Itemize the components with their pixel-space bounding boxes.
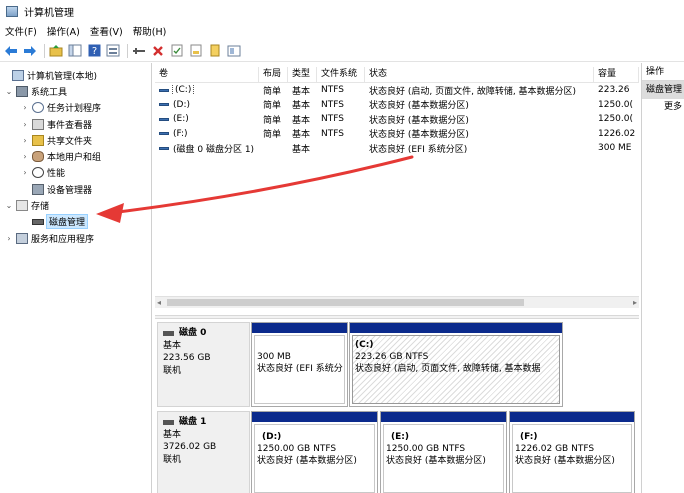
chevron-down-icon[interactable]: ⌄ — [4, 201, 14, 210]
up-folder-icon[interactable] — [48, 43, 64, 59]
table-row[interactable]: (C:) 简单 基本 NTFS 状态良好 (启动, 页面文件, 故障转储, 基本… — [155, 83, 639, 98]
chevron-right-icon[interactable]: › — [4, 234, 14, 243]
volume-icon — [159, 117, 169, 121]
disk-1-info[interactable]: 磁盘 1 基本 3726.02 GB 联机 — [157, 411, 250, 493]
partition-f[interactable]: (F:) 1226.02 GB NTFS 状态良好 (基本数据分区) — [509, 411, 635, 493]
tree-item-system-tools[interactable]: ⌄ 系统工具 — [0, 83, 151, 99]
tree-item-device-manager[interactable]: 设备管理器 — [0, 181, 151, 197]
window-title: 计算机管理 — [24, 7, 74, 19]
computer-management-icon — [6, 5, 18, 17]
tree-item-performance[interactable]: › 性能 — [0, 165, 151, 181]
tree-item-storage[interactable]: ⌄ 存储 — [0, 197, 151, 213]
chevron-down-icon[interactable]: ⌄ — [4, 87, 14, 96]
shared-folder-icon — [32, 134, 44, 146]
delete-icon[interactable] — [150, 43, 166, 59]
column-header-layout[interactable]: 布局 — [259, 67, 288, 83]
volume-icon — [159, 132, 169, 136]
volume-icon — [159, 88, 169, 92]
tree-item-shared-folders[interactable]: › 共享文件夹 — [0, 132, 151, 148]
menu-action[interactable]: 操作(A) — [46, 24, 89, 38]
toolbar-separator — [44, 43, 45, 58]
volume-list: (C:) 简单 基本 NTFS 状态良好 (启动, 页面文件, 故障转储, 基本… — [155, 83, 639, 156]
actions-disk-management[interactable]: 磁盘管理 — [642, 81, 684, 99]
users-icon — [32, 151, 44, 163]
show-tree-icon[interactable] — [67, 43, 83, 59]
disk-0-row: 磁盘 0 基本 223.56 GB 联机 300 MB 状态良好 (EFI 系统… — [155, 322, 639, 407]
device-manager-icon — [32, 183, 44, 195]
volume-list-header: 卷 布局 类型 文件系统 状态 容量 — [155, 67, 639, 83]
computer-icon — [12, 69, 24, 81]
title-bar: 计算机管理 — [0, 0, 684, 22]
view-icon[interactable] — [105, 43, 121, 59]
chevron-right-icon[interactable]: › — [20, 120, 30, 129]
column-header-type[interactable]: 类型 — [288, 67, 317, 83]
scroll-left-icon[interactable]: ◂ — [157, 297, 161, 309]
tree-item-task-scheduler[interactable]: › 任务计划程序 — [0, 100, 151, 116]
partition-e[interactable]: (E:) 1250.00 GB NTFS 状态良好 (基本数据分区) — [380, 411, 507, 493]
column-header-capacity[interactable]: 容量 — [594, 67, 639, 83]
services-icon — [16, 232, 28, 244]
disk-icon — [32, 218, 44, 225]
disk-1-row: 磁盘 1 基本 3726.02 GB 联机 (D:) 1250.00 GB NT… — [155, 411, 639, 493]
tools-icon — [16, 85, 28, 97]
column-header-filesystem[interactable]: 文件系统 — [317, 67, 365, 83]
actions-header: 操作 — [642, 63, 684, 81]
scrollbar-thumb[interactable] — [167, 299, 524, 306]
navigation-tree: 计算机管理(本地) ⌄ 系统工具 › 任务计划程序 › 事件查看器 › 共享文件… — [0, 63, 152, 493]
svg-text:?: ? — [91, 46, 96, 57]
menu-file[interactable]: 文件(F) — [4, 24, 46, 38]
storage-icon — [16, 200, 28, 212]
disk-0-info[interactable]: 磁盘 0 基本 223.56 GB 联机 — [157, 322, 250, 407]
chevron-right-icon[interactable]: › — [20, 136, 30, 145]
properties-icon[interactable] — [226, 43, 242, 59]
toolbar-separator — [127, 43, 128, 58]
clock-icon — [32, 102, 44, 114]
help-icon[interactable]: ? — [86, 43, 102, 59]
partition-efi[interactable]: 300 MB 状态良好 (EFI 系统分 — [251, 322, 348, 407]
format-icon[interactable] — [188, 43, 204, 59]
actions-more[interactable]: 更多 — [642, 99, 684, 115]
horizontal-scrollbar[interactable]: ◂ ▸ — [155, 296, 639, 308]
disk-management-pane: 卷 布局 类型 文件系统 状态 容量 (C:) 简单 基本 NTFS 状态良好 … — [155, 63, 639, 493]
chevron-right-icon[interactable]: › — [20, 103, 30, 112]
partition-c[interactable]: (C:) 223.26 GB NTFS 状态良好 (启动, 页面文件, 故障转储… — [349, 322, 563, 407]
tree-item-event-viewer[interactable]: › 事件查看器 — [0, 116, 151, 132]
forward-arrow-icon[interactable] — [22, 43, 38, 59]
tree-item-local-users[interactable]: › 本地用户和组 — [0, 148, 151, 164]
performance-icon — [32, 167, 44, 179]
table-row[interactable]: (F:) 简单 基本 NTFS 状态良好 (基本数据分区) 1226.02 — [155, 127, 639, 142]
disk-icon — [163, 330, 174, 336]
menu-help[interactable]: 帮助(H) — [132, 24, 176, 38]
check-icon[interactable] — [169, 43, 185, 59]
menu-view[interactable]: 查看(V) — [89, 24, 132, 38]
column-header-status[interactable]: 状态 — [365, 67, 594, 83]
menu-bar: 文件(F) 操作(A) 查看(V) 帮助(H) — [0, 22, 684, 40]
table-row[interactable]: (磁盘 0 磁盘分区 1) 基本 状态良好 (EFI 系统分区) 300 ME — [155, 141, 639, 156]
event-viewer-icon — [32, 118, 44, 130]
connect-icon[interactable] — [131, 43, 147, 59]
tree-item-root[interactable]: 计算机管理(本地) — [0, 67, 151, 83]
chevron-right-icon[interactable]: › — [20, 168, 30, 177]
back-arrow-icon[interactable] — [3, 43, 19, 59]
explore-icon[interactable] — [207, 43, 223, 59]
tree-item-disk-management[interactable]: 磁盘管理 — [0, 214, 151, 230]
table-row[interactable]: (E:) 简单 基本 NTFS 状态良好 (基本数据分区) 1250.0( — [155, 112, 639, 127]
toolbar: ? — [0, 40, 684, 62]
disk-icon — [163, 419, 174, 425]
actions-pane: 操作 磁盘管理 更多 — [641, 63, 684, 493]
partition-d[interactable]: (D:) 1250.00 GB NTFS 状态良好 (基本数据分区) — [251, 411, 378, 493]
table-row[interactable]: (D:) 简单 基本 NTFS 状态良好 (基本数据分区) 1250.0( — [155, 98, 639, 113]
pane-splitter[interactable] — [155, 315, 639, 319]
volume-icon — [159, 146, 169, 150]
chevron-right-icon[interactable]: › — [20, 152, 30, 161]
scroll-right-icon[interactable]: ▸ — [633, 297, 637, 309]
volume-icon — [159, 103, 169, 107]
tree-item-services-apps[interactable]: › 服务和应用程序 — [0, 230, 151, 246]
column-header-volume[interactable]: 卷 — [155, 67, 259, 83]
